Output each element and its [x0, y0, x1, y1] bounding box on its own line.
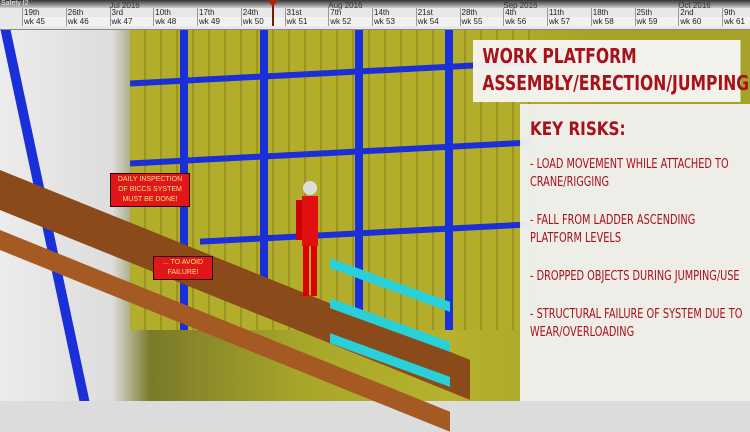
scaffold-post	[260, 30, 268, 290]
timeline-day: 10th	[153, 8, 197, 17]
scaffold-post	[445, 30, 453, 330]
title-line-2: ASSEMBLY/ERECTION/JUMPING	[482, 71, 750, 95]
timeline-month: Aug 2016	[328, 1, 363, 10]
timeline-week: wk 61	[722, 17, 750, 26]
timeline-day: 17th	[197, 8, 241, 17]
inspection-note: DAILY INSPECTION OF BICCS SYSTEM MUST BE…	[110, 173, 190, 207]
timeline-week: wk 49	[197, 17, 241, 26]
timeline-week: wk 56	[503, 17, 547, 26]
timeline-day: 14th	[372, 8, 416, 17]
timeline-day: 11th	[547, 8, 591, 17]
timeline-week: wk 46	[65, 17, 110, 26]
timeline-day: 9th	[722, 8, 750, 17]
key-risks-panel: KEY RISKS: - LOAD MOVEMENT WHILE ATTACHE…	[520, 104, 750, 401]
title-line-1: WORK PLATFORM	[482, 44, 637, 68]
timeline-week: wk 45	[22, 17, 66, 26]
timeline-month: Sep 2016	[503, 1, 538, 10]
timeline-week: wk 51	[284, 17, 329, 26]
risk-item: - STRUCTURAL FAILURE OF SYSTEM DUE TO WE…	[530, 307, 743, 340]
timeline-day: 19th	[22, 8, 66, 17]
timeline-week: wk 57	[547, 17, 591, 26]
timeline-week: wk 48	[153, 17, 197, 26]
timeline-day: 18th	[590, 8, 635, 17]
current-date-marker[interactable]	[268, 0, 278, 26]
timeline-day: 21st	[415, 8, 460, 17]
topic-title-panel: WORK PLATFORM ASSEMBLY/ERECTION/JUMPING	[473, 40, 750, 102]
timeline-day: 26th	[65, 8, 110, 17]
timeline-day: 28th	[459, 8, 504, 17]
risk-item: - DROPPED OBJECTS DURING JUMPING/USE	[530, 269, 740, 284]
timeline-week: wk 47	[109, 17, 154, 26]
timeline-week: wk 60	[678, 17, 722, 26]
risk-item: - FALL FROM LADDER ASCENDING PLATFORM LE…	[530, 213, 696, 246]
timeline-title: Safety f2	[1, 0, 29, 7]
timeline-week: wk 59	[634, 17, 679, 26]
timeline-month: Oct 2016	[678, 1, 711, 10]
risk-item: - LOAD MOVEMENT WHILE ATTACHED TO CRANE/…	[530, 157, 729, 190]
risks-heading: KEY RISKS:	[530, 118, 626, 140]
timeline-week: wk 55	[459, 17, 504, 26]
avoid-failure-note: ... TO AVOID FAILURE!	[153, 256, 213, 280]
timeline-day: 25th	[634, 8, 679, 17]
timeline[interactable]: Safety f2 19th wk 45 26th wk 46 3rd wk 47 10th…	[0, 0, 750, 30]
worker-figure	[296, 181, 318, 296]
timeline-week: wk 53	[372, 17, 416, 26]
timeline-week: wk 58	[590, 17, 635, 26]
timeline-week: wk 50	[240, 17, 285, 26]
timeline-week: wk 54	[415, 17, 460, 26]
timeline-day: 31st	[284, 8, 329, 17]
scaffold-post	[355, 30, 363, 330]
timeline-week: wk 52	[328, 17, 372, 26]
timeline-month: Jul 2016	[109, 1, 140, 10]
